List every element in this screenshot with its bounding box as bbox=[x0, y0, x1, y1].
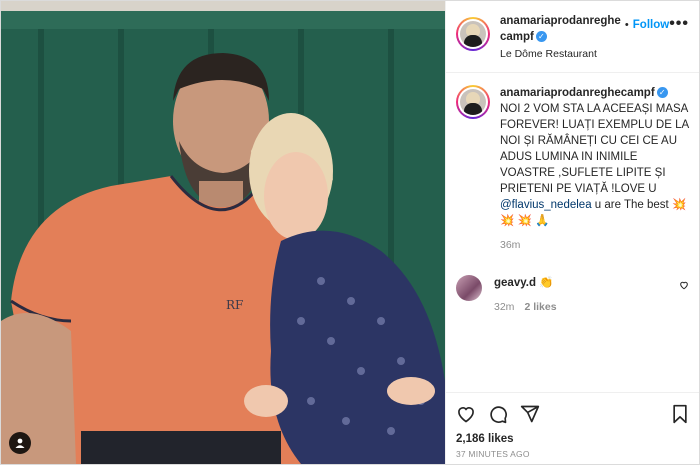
post-caption: anamariaprodanreghecampf ✓ NOI 2 VOM STA … bbox=[456, 85, 689, 253]
post-sidebar: anamariaprodanreghecampf ✓ Le Dôme Restau… bbox=[445, 1, 699, 464]
comment-item: geavy.d 👏 32m 2 likes bbox=[456, 275, 689, 313]
more-options-icon[interactable]: ••• bbox=[669, 15, 689, 33]
follow-button[interactable]: Follow bbox=[633, 19, 669, 31]
post-location[interactable]: Le Dôme Restaurant bbox=[500, 48, 621, 60]
post-actions: 2,186 likes 37 MINUTES AGO bbox=[446, 392, 699, 464]
post-photo[interactable]: RF bbox=[1, 1, 445, 464]
like-count[interactable]: 2,186 likes bbox=[456, 433, 689, 445]
post-header: anamariaprodanreghecampf ✓ Le Dôme Restau… bbox=[446, 1, 699, 73]
verified-badge-icon: ✓ bbox=[535, 31, 547, 43]
user-tag-icon[interactable] bbox=[9, 432, 31, 454]
post-timestamp[interactable]: 37 MINUTES AGO bbox=[456, 449, 689, 459]
bookmark-icon[interactable] bbox=[671, 404, 689, 424]
comment-text: 👏 bbox=[539, 277, 554, 289]
comments-section: anamariaprodanreghecampf ✓ NOI 2 VOM STA … bbox=[446, 73, 699, 392]
separator-dot: • bbox=[624, 19, 629, 31]
commenter-avatar[interactable] bbox=[456, 275, 482, 301]
author-username[interactable]: anamariaprodanreghecampf bbox=[500, 15, 621, 43]
comment-like-heart-icon[interactable] bbox=[679, 279, 689, 293]
caption-mention[interactable]: @flavius_nedelea bbox=[500, 199, 592, 211]
svg-text:RF: RF bbox=[226, 298, 243, 312]
commenter-username[interactable]: geavy.d bbox=[494, 277, 536, 289]
share-icon[interactable] bbox=[520, 404, 540, 424]
comment-likes[interactable]: 2 likes bbox=[524, 301, 556, 313]
avatar[interactable] bbox=[456, 17, 490, 51]
caption-username[interactable]: anamariaprodanreghecampf bbox=[500, 87, 655, 99]
photo-illustration: RF bbox=[1, 1, 445, 464]
instagram-post: RF anamariaprodanreghecampf ✓ Le Dôme Re… bbox=[0, 0, 700, 465]
caption-time[interactable]: 36m bbox=[500, 237, 689, 253]
caption-text: NOI 2 VOM STA LA ACEEAȘI MASA FOREVER! L… bbox=[500, 103, 689, 195]
verified-badge-icon: ✓ bbox=[656, 87, 668, 99]
caption-avatar[interactable] bbox=[456, 85, 490, 119]
comment-icon[interactable] bbox=[488, 404, 508, 424]
heart-icon[interactable] bbox=[456, 404, 476, 424]
comment-time[interactable]: 32m bbox=[494, 301, 514, 313]
